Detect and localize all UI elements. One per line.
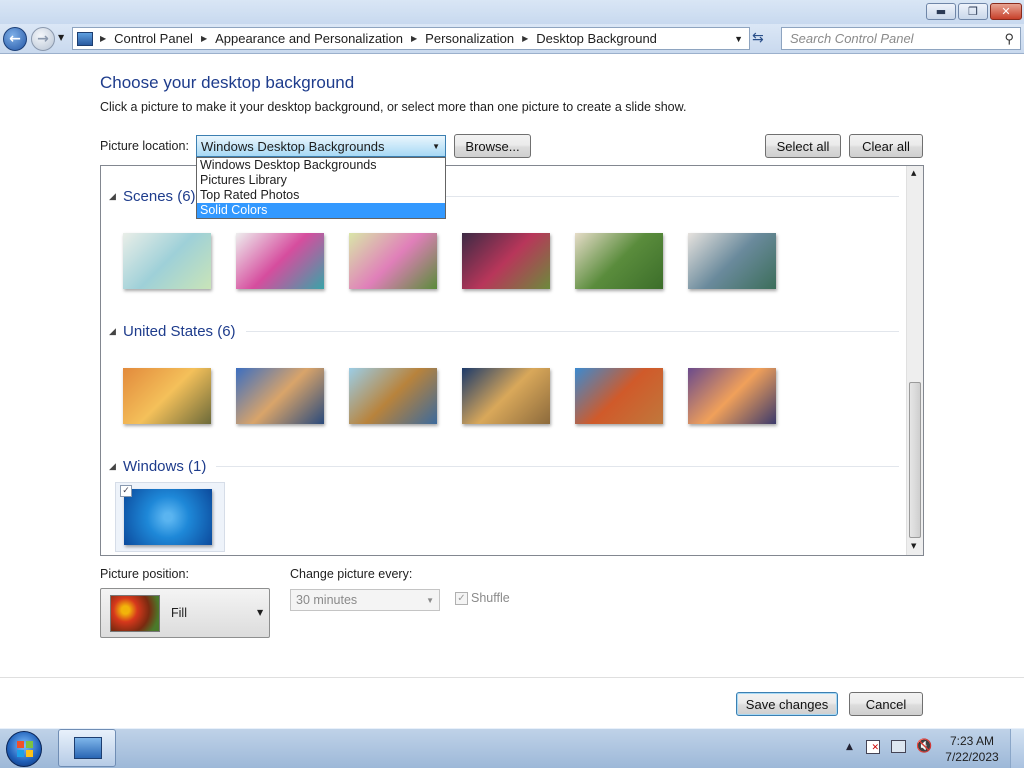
forward-button[interactable]: → xyxy=(31,27,55,51)
recent-pages-dropdown[interactable]: ▼ xyxy=(58,33,64,42)
picture-location-option[interactable]: Pictures Library xyxy=(197,173,445,188)
control-panel-icon xyxy=(74,737,102,759)
wallpaper-thumbnail[interactable] xyxy=(349,368,437,424)
scroll-up-arrow-icon[interactable]: ▲ xyxy=(911,169,916,177)
wallpaper-thumbnail[interactable] xyxy=(462,368,550,424)
scroll-down-arrow-icon[interactable]: ▼ xyxy=(911,542,916,550)
picture-location-label: Picture location: xyxy=(100,139,189,153)
picture-position-label: Picture position: xyxy=(100,567,189,581)
close-button[interactable]: ✕ xyxy=(990,3,1022,20)
breadcrumb-personalization[interactable]: Personalization xyxy=(418,31,521,46)
clock-time: 7:23 AM xyxy=(949,734,995,748)
wallpaper-thumbnail[interactable] xyxy=(236,368,324,424)
collapse-triangle-icon[interactable]: ◢ xyxy=(109,461,123,472)
footer-divider xyxy=(0,677,1024,678)
refresh-icon[interactable]: ⇆ xyxy=(752,30,764,46)
search-placeholder: Search Control Panel xyxy=(790,31,914,46)
wallpaper-thumbnail[interactable]: ✓ xyxy=(115,482,225,552)
search-input[interactable]: Search Control Panel ⚲ xyxy=(781,27,1021,50)
maximize-button[interactable]: ❐ xyxy=(958,3,988,20)
network-icon[interactable] xyxy=(891,740,906,753)
collapse-triangle-icon[interactable]: ◢ xyxy=(109,191,123,202)
breadcrumb-appearance[interactable]: Appearance and Personalization xyxy=(208,31,410,46)
search-icon[interactable]: ⚲ xyxy=(1004,31,1014,47)
gallery-scrollbar[interactable]: ▲ ▼ xyxy=(906,166,923,555)
clear-all-button[interactable]: Clear all xyxy=(849,134,923,158)
gallery-group-title: Scenes (6) xyxy=(123,187,196,205)
page-subtitle: Click a picture to make it your desktop … xyxy=(100,100,687,114)
change-picture-value: 30 minutes xyxy=(296,593,358,607)
wallpaper-thumbnail[interactable] xyxy=(462,233,550,289)
breadcrumb-desktop-background[interactable]: Desktop Background xyxy=(529,31,664,46)
gallery-group-header[interactable]: ◢ United States (6) xyxy=(109,321,899,341)
group-divider xyxy=(245,330,899,332)
picture-location-option[interactable]: Windows Desktop Backgrounds xyxy=(197,158,445,173)
navigation-bar: ← → ▼ ▶ Control Panel ▶ Appearance and P… xyxy=(0,24,1024,54)
title-bar xyxy=(0,0,1024,24)
save-changes-button[interactable]: Save changes xyxy=(736,692,838,716)
minimize-button[interactable]: ▬ xyxy=(926,3,956,20)
breadcrumb-control-panel[interactable]: Control Panel xyxy=(107,31,200,46)
wallpaper-thumbnail[interactable] xyxy=(688,233,776,289)
wallpaper-thumbnail[interactable] xyxy=(349,233,437,289)
wallpaper-thumbnail[interactable] xyxy=(123,233,211,289)
breadcrumb-separator-icon: ▶ xyxy=(522,34,529,43)
show-desktop-button[interactable] xyxy=(1010,729,1024,768)
clock-date: 7/22/2023 xyxy=(945,750,999,764)
group-divider xyxy=(216,465,899,467)
picture-position-value: Fill xyxy=(171,606,187,620)
picture-location-option[interactable]: Top Rated Photos xyxy=(197,188,445,203)
action-center-icon[interactable]: ✕ xyxy=(866,740,880,754)
taskbar-clock[interactable]: 7:23 AM 7/22/2023 xyxy=(944,733,1000,765)
thumbnail-image xyxy=(124,489,212,545)
chevron-down-icon: ▼ xyxy=(432,141,440,151)
background-gallery: ◢ Scenes (6) ◢ United States (6) ◢ Windows (1… xyxy=(100,165,924,556)
browse-button[interactable]: Browse... xyxy=(454,134,531,158)
picture-location-value: Windows Desktop Backgrounds xyxy=(201,138,385,154)
position-preview-image xyxy=(110,595,160,632)
gallery-group-header[interactable]: ◢ Windows (1) xyxy=(109,456,899,476)
chevron-down-icon: ▼ xyxy=(257,608,264,617)
breadcrumb-separator-icon: ▶ xyxy=(411,34,418,43)
wallpaper-thumbnail[interactable] xyxy=(688,368,776,424)
picture-location-option[interactable]: Solid Colors xyxy=(197,203,445,218)
cancel-button[interactable]: Cancel xyxy=(849,692,923,716)
control-panel-icon xyxy=(77,31,93,46)
picture-location-dropdown: Windows Desktop Backgrounds Pictures Libr… xyxy=(196,157,446,219)
picture-position-select[interactable]: Fill ▼ xyxy=(100,588,270,638)
back-button[interactable]: ← xyxy=(3,27,27,51)
volume-muted-icon[interactable]: 🔇 xyxy=(916,739,932,754)
wallpaper-thumbnail[interactable] xyxy=(236,233,324,289)
wallpaper-thumbnail[interactable] xyxy=(575,233,663,289)
picture-location-select[interactable]: Windows Desktop Backgrounds ▼ xyxy=(196,135,446,157)
gallery-group-title: Windows (1) xyxy=(123,457,207,475)
scrollbar-thumb[interactable] xyxy=(909,382,921,538)
breadcrumb-separator-icon: ▶ xyxy=(200,34,208,43)
arrow-left-icon: ← xyxy=(9,31,21,47)
address-bar[interactable]: ▶ Control Panel ▶ Appearance and Persona… xyxy=(72,27,750,50)
chevron-down-icon: ▼ xyxy=(426,595,434,605)
shuffle-label: Shuffle xyxy=(471,591,510,605)
collapse-triangle-icon[interactable]: ◢ xyxy=(109,326,123,337)
windows-logo-icon xyxy=(17,741,33,757)
shuffle-checkbox[interactable]: ✓ xyxy=(455,592,468,605)
show-hidden-icons-button[interactable]: ▲ xyxy=(846,742,853,752)
thumbnail-checkbox[interactable]: ✓ xyxy=(120,485,132,497)
wallpaper-thumbnail[interactable] xyxy=(575,368,663,424)
change-picture-select[interactable]: 30 minutes ▼ xyxy=(290,589,440,611)
address-history-dropdown[interactable]: ▼ xyxy=(734,34,743,44)
select-all-button[interactable]: Select all xyxy=(765,134,841,158)
page-title: Choose your desktop background xyxy=(100,73,355,92)
gallery-group-title: United States (6) xyxy=(123,322,236,340)
taskbar-control-panel-button[interactable] xyxy=(58,729,116,767)
change-picture-label: Change picture every: xyxy=(290,567,413,581)
start-button[interactable] xyxy=(6,731,42,767)
breadcrumb-separator-icon: ▶ xyxy=(100,34,107,43)
arrow-right-icon: → xyxy=(37,31,49,47)
wallpaper-thumbnail[interactable] xyxy=(123,368,211,424)
